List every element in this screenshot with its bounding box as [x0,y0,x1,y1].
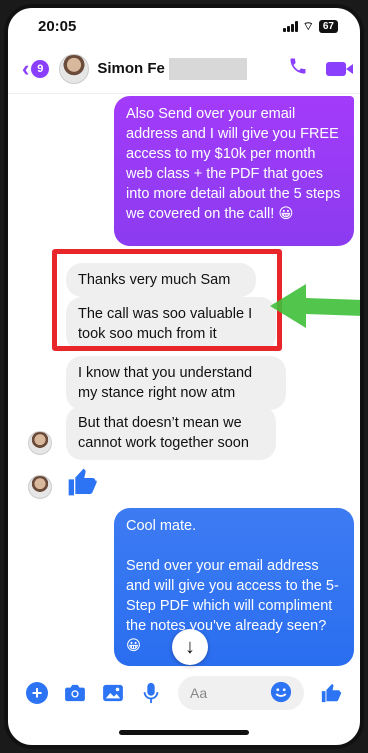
chat-header: ‹ 9 Simon Fe [8,44,360,94]
wifi-icon: ⌔ [302,18,314,33]
status-bar: 20:05 ⌔ 67 [8,8,360,44]
gallery-icon[interactable] [102,683,124,703]
sender-avatar [28,475,52,499]
emoji-icon[interactable] [270,681,292,706]
back-chevron-icon: ‹ [22,55,30,81]
unread-count-badge: 9 [31,59,50,78]
phone-screen: 20:05 ⌔ 67 ‹ 9 Simon Fe Also Send over y… [4,4,364,749]
plus-icon[interactable]: + [26,682,48,704]
sender-avatar [28,431,52,455]
status-time: 20:05 [38,17,77,35]
scroll-down-button[interactable]: ↓ [172,629,208,665]
like-thumb-icon[interactable] [320,683,342,703]
message-composer: + Aa [8,671,360,715]
outgoing-message[interactable]: Also Send over your email address and I … [114,96,354,246]
incoming-message[interactable]: But that doesn’t mean we cannot work tog… [66,406,276,460]
back-button[interactable]: ‹ 9 [22,55,50,82]
outgoing-message[interactable]: Cool mate. Send over your email address … [114,508,354,666]
like-thumb-icon[interactable] [66,466,98,506]
video-icon[interactable] [326,61,353,76]
message-input-placeholder: Aa [190,685,208,701]
incoming-message[interactable]: I know that you understand my stance rig… [66,356,286,410]
phone-icon[interactable] [288,56,308,82]
redaction-block [168,57,247,80]
battery-level: 67 [318,19,338,33]
signal-icon [282,20,298,32]
home-indicator [119,730,249,735]
camera-icon[interactable] [64,683,86,703]
green-arrow-annotation [270,284,360,328]
microphone-icon[interactable] [140,682,162,704]
contact-name[interactable]: Simon Fe [97,60,165,77]
message-input[interactable]: Aa [178,676,304,710]
status-icons: ⌔ 67 [282,18,338,34]
red-highlight-box [52,249,282,351]
scroll-down-arrow-icon: ↓ [185,635,195,658]
header-actions [288,56,353,82]
contact-avatar[interactable] [59,53,90,84]
